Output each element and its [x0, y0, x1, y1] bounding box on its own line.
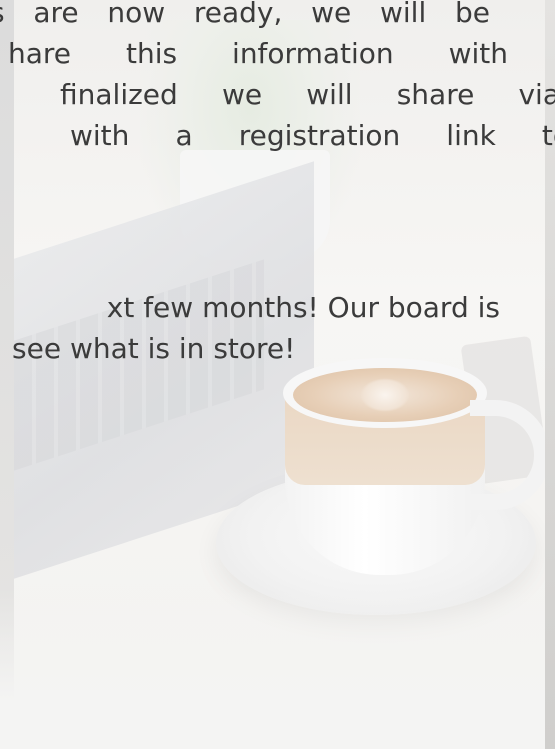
- paragraph-1-line-2: hare this information with: [8, 37, 508, 70]
- paragraph-2: xt few months! Our board is see what is …: [0, 287, 500, 369]
- paragraph-1-line-3: finalized we will share via: [60, 78, 555, 111]
- paragraph-2-line-2: see what is in store!: [12, 332, 296, 365]
- bottom-fade: [0, 589, 555, 749]
- paragraph-2-line-1: xt few months! Our board is: [106, 291, 500, 324]
- paragraph-1: s are now ready, we will be hare this in…: [0, 0, 555, 156]
- paragraph-1-line-4: with a registration link to: [70, 119, 555, 152]
- page: s are now ready, we will be hare this in…: [0, 0, 555, 749]
- latte-art: [360, 378, 410, 412]
- paragraph-1-line-1: s are now ready, we will be: [0, 0, 490, 29]
